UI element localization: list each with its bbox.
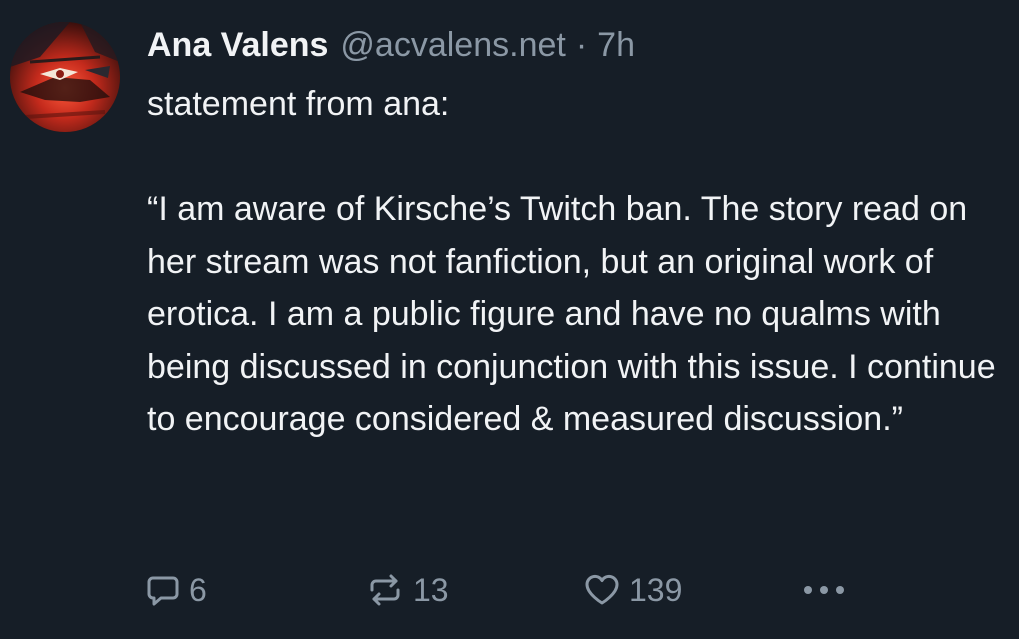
avatar-illustration-icon [10, 22, 120, 132]
heart-icon [583, 572, 621, 608]
post-actions: 6 13 139 [0, 565, 1019, 615]
repost-button[interactable]: 13 [365, 565, 449, 615]
author-avatar[interactable] [10, 22, 120, 132]
author-handle[interactable]: @acvalens.net [340, 22, 565, 68]
like-button[interactable]: 139 [583, 565, 682, 615]
repost-arrows-icon [365, 572, 405, 608]
post-body: statement from ana: “I am aware of Kirsc… [147, 78, 1007, 446]
ellipsis-icon [800, 580, 848, 600]
post-card: Ana Valens @acvalens.net · 7h statement … [0, 0, 1019, 639]
like-count: 139 [629, 571, 683, 608]
repost-count: 13 [413, 571, 449, 608]
author-name[interactable]: Ana Valens [147, 22, 328, 68]
post-timestamp[interactable]: 7h [597, 22, 635, 68]
reply-button[interactable]: 6 [145, 565, 207, 615]
reply-count: 6 [189, 571, 207, 608]
more-options-button[interactable] [800, 565, 848, 615]
header-separator: · [575, 26, 588, 64]
speech-bubble-icon [145, 572, 181, 608]
post-paragraph: statement from ana: [147, 85, 450, 123]
post-header: Ana Valens @acvalens.net · 7h [147, 22, 635, 68]
post-paragraph: “I am aware of Kirsche’s Twitch ban. The… [147, 190, 996, 438]
